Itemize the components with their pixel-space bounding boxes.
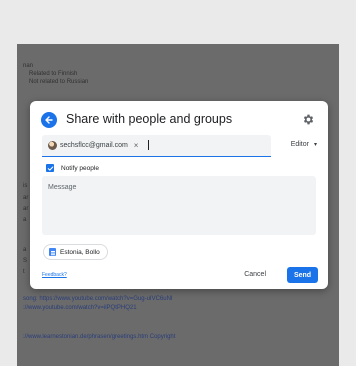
text-caret (148, 140, 149, 150)
role-label: Editor (290, 141, 309, 148)
doc-text-line: nan (23, 63, 34, 69)
doc-text-line: t (23, 269, 25, 275)
feedback-link[interactable]: Feedback? (42, 272, 67, 278)
notify-people-row[interactable]: Notify people (46, 164, 99, 172)
message-placeholder: Message (48, 184, 77, 191)
doc-text-line: is (23, 183, 28, 189)
doc-link-line[interactable]: ://www.youtube.com/watch?v=ilPQtPHQ21 (23, 305, 137, 311)
chevron-down-icon: ▾ (313, 142, 317, 148)
doc-link-line[interactable]: ://www.learnestonian.de/phrasen/greeting… (23, 334, 175, 340)
doc-text-line: ar (23, 206, 29, 212)
close-icon[interactable]: × (134, 141, 139, 150)
avatar (48, 141, 57, 150)
notify-checkbox[interactable] (46, 164, 54, 172)
recipient-chip[interactable]: sechsflcc@gmail.com × (48, 139, 138, 152)
cancel-button[interactable]: Cancel (244, 271, 266, 278)
doc-text-line: a (23, 247, 27, 253)
doc-text-line: Related to Finnish (29, 71, 78, 77)
doc-text-line: ar (23, 195, 29, 201)
dialog-header: Share with people and groups (41, 110, 317, 130)
share-dialog: Share with people and groups sechsflcc@g… (30, 101, 328, 289)
back-button[interactable] (41, 112, 57, 128)
check-icon (47, 165, 53, 171)
message-field[interactable]: Message (42, 176, 316, 235)
doc-link-line[interactable]: song: https://www.youtube.com/watch?v=Gu… (23, 296, 173, 302)
doc-text-line: a (23, 217, 27, 223)
send-button[interactable]: Send (287, 267, 318, 283)
recipients-input[interactable]: sechsflcc@gmail.com × (42, 135, 271, 157)
doc-text-line: S (23, 258, 28, 264)
recipient-email: sechsflcc@gmail.com (60, 142, 128, 149)
dialog-footer: Feedback? Cancel Send (42, 267, 318, 283)
role-dropdown[interactable]: Editor ▾ (291, 141, 317, 148)
doc-text-line: Not related to Russian (29, 79, 89, 85)
notify-label: Notify people (61, 164, 99, 172)
file-pill-label: Estonia, Bollo (60, 248, 100, 256)
file-pill[interactable]: Estonia, Bollo (43, 244, 108, 260)
gear-icon[interactable] (302, 113, 315, 126)
doc-icon (49, 248, 56, 256)
app-frame: nan Related to Finnish Not related to Ru… (17, 44, 339, 366)
dialog-title: Share with people and groups (66, 112, 233, 126)
arrow-left-icon (45, 116, 53, 124)
